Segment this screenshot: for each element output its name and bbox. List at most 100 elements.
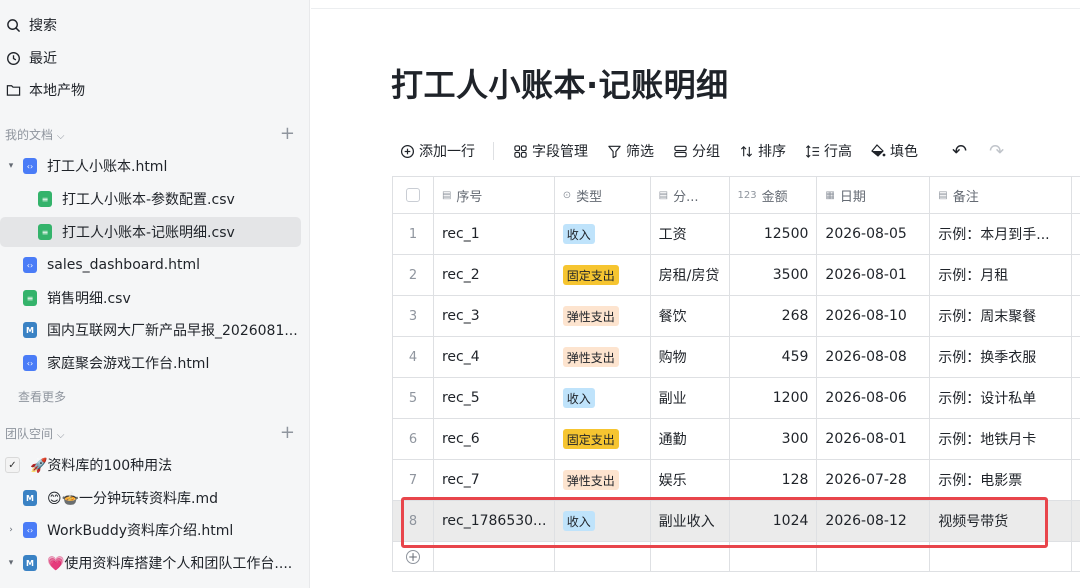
tree-item-team[interactable]: ✓ 🚀资料库的100种用法 — [5, 450, 300, 480]
cell-overflow[interactable] — [1072, 214, 1080, 254]
cell-category[interactable]: 工资 — [651, 214, 730, 254]
table-row[interactable]: 5 rec_5 收入 副业 1200 2026-08-06 示例：设计私单 — [393, 378, 1080, 419]
add-row-button[interactable]: 添加一行 — [399, 139, 475, 163]
nav-search[interactable]: 搜索 — [0, 10, 57, 40]
cell-date[interactable]: 2026-08-05 — [817, 214, 931, 254]
cell-note[interactable]: 示例：月租 — [930, 255, 1073, 295]
column-header-overflow[interactable] — [1072, 177, 1080, 213]
tree-item-html[interactable]: ‹› 家庭聚会游戏工作台.html — [23, 348, 300, 378]
cell-type[interactable]: 收入 — [555, 378, 651, 418]
my-docs-section-header[interactable]: 我的文档 ⌵ + — [5, 122, 295, 146]
tree-item-label: 家庭聚会游戏工作台.html — [47, 356, 210, 372]
cell-overflow[interactable] — [1072, 378, 1080, 418]
cell-note[interactable]: 示例：电影票 — [930, 460, 1073, 500]
cell-type[interactable]: 弹性支出 — [555, 460, 651, 500]
tree-item-html[interactable]: › ‹› WorkBuddy资料库介绍.html — [5, 515, 300, 545]
cell-type[interactable]: 弹性支出 — [555, 337, 651, 377]
cell-category[interactable]: 餐饮 — [651, 296, 730, 336]
table-row[interactable]: 2 rec_2 固定支出 房租/房贷 3500 2026-08-01 示例：月租 — [393, 255, 1080, 296]
cell-overflow[interactable] — [1072, 337, 1080, 377]
cell-overflow[interactable] — [1072, 460, 1080, 500]
column-header-id[interactable]: ▤ 序号 — [434, 177, 555, 213]
cell-date[interactable]: 2026-07-28 — [817, 460, 931, 500]
cell-overflow[interactable] — [1072, 501, 1080, 541]
table-row[interactable]: 3 rec_3 弹性支出 餐饮 268 2026-08-10 示例：周末聚餐 — [393, 296, 1080, 337]
cell-amount[interactable]: 12500 — [730, 214, 818, 254]
cell-id[interactable]: rec_3 — [434, 296, 555, 336]
tree-item-csv[interactable]: ≡ 销售明细.csv — [23, 283, 300, 313]
cell-note[interactable]: 示例：周末聚餐 — [930, 296, 1073, 336]
cell-overflow[interactable] — [1072, 296, 1080, 336]
table-row[interactable]: 4 rec_4 弹性支出 购物 459 2026-08-08 示例：换季衣服 — [393, 337, 1080, 378]
chevron-down-icon[interactable]: ▾ — [5, 558, 17, 568]
group-button[interactable]: 分组 — [672, 139, 720, 163]
cell-amount[interactable]: 268 — [730, 296, 818, 336]
cell-category[interactable]: 购物 — [651, 337, 730, 377]
cell-type[interactable]: 收入 — [555, 214, 651, 254]
cell-type[interactable]: 固定支出 — [555, 419, 651, 459]
cell-category[interactable]: 娱乐 — [651, 460, 730, 500]
tree-item-html[interactable]: ‹› sales_dashboard.html — [23, 250, 300, 280]
cell-date[interactable]: 2026-08-01 — [817, 419, 931, 459]
cell-category[interactable]: 通勤 — [651, 419, 730, 459]
cell-amount[interactable]: 128 — [730, 460, 818, 500]
plus-circle-icon[interactable]: + — [405, 549, 420, 564]
column-header-category[interactable]: ▤ 分... — [651, 177, 730, 213]
cell-amount[interactable]: 3500 — [730, 255, 818, 295]
cell-type[interactable]: 弹性支出 — [555, 296, 651, 336]
field-manage-button[interactable]: 字段管理 — [512, 139, 588, 163]
undo-icon[interactable]: ↶ — [952, 139, 967, 163]
cell-category[interactable]: 房租/房贷 — [651, 255, 730, 295]
cell-note[interactable]: 示例：地铁月卡 — [930, 419, 1073, 459]
column-header-note[interactable]: ▤ 备注 — [930, 177, 1073, 213]
add-team-doc-icon[interactable]: + — [280, 424, 295, 442]
nav-local-artifacts[interactable]: 本地产物 — [0, 75, 85, 105]
nav-recent[interactable]: 最近 — [0, 43, 57, 73]
chevron-right-icon[interactable]: › — [5, 525, 17, 535]
see-more-link[interactable]: 查看更多 — [18, 388, 66, 405]
cell-id[interactable]: rec_7 — [434, 460, 555, 500]
cell-date[interactable]: 2026-08-10 — [817, 296, 931, 336]
cell-id[interactable]: rec_6 — [434, 419, 555, 459]
cell-overflow[interactable] — [1072, 255, 1080, 295]
select-all-checkbox[interactable] — [405, 188, 420, 202]
cell-date[interactable]: 2026-08-06 — [817, 378, 931, 418]
column-header-date[interactable]: ▦ 日期 — [817, 177, 931, 213]
cell-note[interactable]: 示例：换季衣服 — [930, 337, 1073, 377]
add-doc-icon[interactable]: + — [280, 125, 295, 143]
cell-id[interactable]: rec_4 — [434, 337, 555, 377]
tree-item-md[interactable]: M 😊🍲一分钟玩转资料库.md — [23, 483, 300, 513]
table-row[interactable]: 6 rec_6 固定支出 通勤 300 2026-08-01 示例：地铁月卡 — [393, 419, 1080, 460]
cell-amount[interactable]: 1200 — [730, 378, 818, 418]
team-section-header[interactable]: 团队空间 ⌵ + — [5, 421, 295, 445]
tree-item-csv[interactable]: ≡ 打工人小账本-参数配置.csv — [38, 184, 300, 214]
cell-note[interactable]: 示例：本月到手... — [930, 214, 1073, 254]
tree-item-label: 打工人小账本-记账明细.csv — [62, 225, 235, 241]
cell-note[interactable]: 示例：设计私单 — [930, 378, 1073, 418]
chevron-down-icon[interactable]: ▾ — [5, 161, 17, 171]
cell-id[interactable]: rec_5 — [434, 378, 555, 418]
cell-date[interactable]: 2026-08-08 — [817, 337, 931, 377]
table-row[interactable]: 1 rec_1 收入 工资 12500 2026-08-05 示例：本月到手... — [393, 214, 1080, 255]
cell-category[interactable]: 副业 — [651, 378, 730, 418]
row-height-button[interactable]: 行高 — [804, 139, 852, 163]
sort-button[interactable]: 排序 — [738, 139, 786, 163]
select-all-cell[interactable] — [393, 177, 434, 213]
cell-id[interactable]: rec_1 — [434, 214, 555, 254]
redo-icon[interactable]: ↷ — [989, 139, 1004, 163]
tree-item-html[interactable]: ▾ ‹› 打工人小账本.html — [5, 151, 300, 181]
fill-color-button[interactable]: 填色 — [870, 139, 918, 163]
filter-button[interactable]: 筛选 — [606, 139, 654, 163]
column-header-amount[interactable]: 123 金额 — [730, 177, 818, 213]
cell-date[interactable]: 2026-08-01 — [817, 255, 931, 295]
table-row[interactable]: 7 rec_7 弹性支出 娱乐 128 2026-07-28 示例：电影票 — [393, 460, 1080, 501]
tree-item-md[interactable]: ▾ M 💗使用资料库搭建个人和团队工作台.... — [5, 548, 303, 578]
column-header-type[interactable]: ⊙ 类型 — [555, 177, 651, 213]
cell-type[interactable]: 固定支出 — [555, 255, 651, 295]
cell-id[interactable]: rec_2 — [434, 255, 555, 295]
cell-overflow[interactable] — [1072, 419, 1080, 459]
cell-amount[interactable]: 459 — [730, 337, 818, 377]
cell-amount[interactable]: 300 — [730, 419, 818, 459]
tree-item-md[interactable]: M 国内互联网大厂新产品早报_2026081... — [23, 315, 303, 345]
tree-item-csv-selected[interactable]: ≡ 打工人小账本-记账明细.csv — [0, 217, 301, 247]
